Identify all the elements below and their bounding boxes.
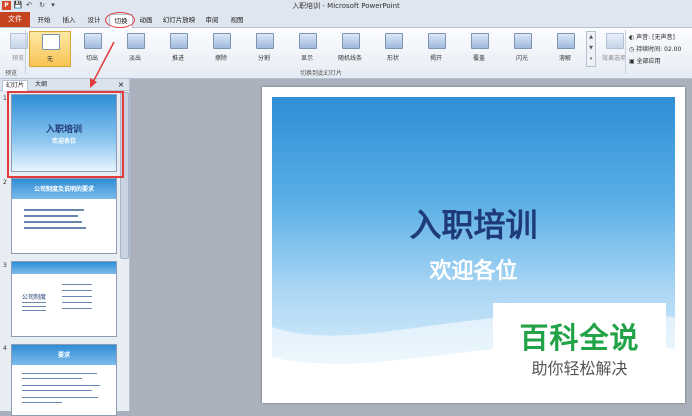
tab-design[interactable]: 设计 bbox=[84, 14, 104, 26]
tab-insert[interactable]: 插入 bbox=[59, 14, 79, 26]
text-line bbox=[22, 373, 97, 374]
title-bar: P 💾 ↶ ↻ ▾ 入职培训 - Microsoft PowerPoint bbox=[0, 0, 692, 12]
reveal-transition-icon bbox=[299, 33, 317, 49]
transition-dissolve[interactable]: 溶解 bbox=[548, 31, 582, 65]
preview-group-label: 预览 bbox=[5, 70, 18, 77]
tab-view[interactable]: 视图 bbox=[227, 14, 247, 26]
text-line bbox=[22, 306, 46, 307]
thumbnail-title: 公司制度及说明的要求 bbox=[33, 186, 94, 193]
watermark: 百科全说 助你轻松解决 bbox=[493, 303, 666, 383]
thumbnail-title: 要求 bbox=[57, 352, 70, 359]
cover-transition-icon bbox=[471, 33, 489, 49]
slide-subtitle[interactable]: 欢迎各位 bbox=[262, 253, 685, 285]
flash-transition-icon bbox=[514, 33, 532, 49]
slide-thumbnail-4[interactable]: 要求 bbox=[11, 344, 117, 416]
text-line bbox=[22, 397, 98, 398]
thumbnail-title: 公司制度 bbox=[22, 294, 47, 301]
effect-options-icon bbox=[606, 33, 624, 49]
text-line bbox=[22, 302, 46, 303]
watermark-title: 百科全说 bbox=[519, 321, 640, 355]
transition-fade[interactable]: 淡出 bbox=[118, 31, 152, 65]
group-divider bbox=[25, 30, 26, 74]
text-line bbox=[24, 221, 82, 223]
text-line bbox=[24, 227, 86, 229]
text-line bbox=[62, 290, 92, 291]
transition-random-bars[interactable]: 随机线条 bbox=[333, 31, 367, 65]
annotation-arrow bbox=[90, 41, 115, 88]
text-line bbox=[22, 402, 62, 403]
slide-number: 2 bbox=[3, 179, 7, 186]
transition-reveal[interactable]: 显示 bbox=[290, 31, 324, 65]
tab-review[interactable]: 审阅 bbox=[202, 14, 222, 26]
text-line bbox=[22, 390, 92, 391]
tab-outline[interactable]: 大纲 bbox=[32, 80, 50, 90]
none-transition-icon bbox=[42, 34, 60, 50]
tab-slides[interactable]: 幻灯片 bbox=[2, 80, 28, 91]
transition-flash[interactable]: 闪光 bbox=[505, 31, 539, 65]
text-line bbox=[24, 209, 84, 211]
watermark-subtitle: 助你轻松解决 bbox=[531, 359, 628, 378]
transition-split[interactable]: 分割 bbox=[247, 31, 281, 65]
text-line bbox=[22, 378, 82, 379]
transition-cover[interactable]: 覆盖 bbox=[462, 31, 496, 65]
uncover-transition-icon bbox=[428, 33, 446, 49]
transitions-group-label: 切换到此幻灯片 bbox=[300, 70, 343, 77]
text-line bbox=[62, 302, 92, 303]
tab-home[interactable]: 开始 bbox=[34, 14, 54, 26]
thumbnail-header bbox=[12, 262, 116, 274]
text-line bbox=[62, 308, 92, 309]
tab-file[interactable]: 文件 bbox=[0, 12, 30, 27]
text-line bbox=[24, 215, 78, 217]
transition-wipe[interactable]: 擦除 bbox=[204, 31, 238, 65]
group-divider bbox=[625, 30, 626, 74]
sound-row[interactable]: ◐ 声音: [无声音] bbox=[629, 32, 675, 41]
slide-thumbnail-2[interactable]: 公司制度及说明的要求 bbox=[11, 178, 117, 254]
slide-number: 4 bbox=[3, 345, 7, 352]
transition-shape[interactable]: 形状 bbox=[376, 31, 410, 65]
slide-thumbnail-3[interactable]: 公司制度 bbox=[11, 261, 117, 337]
apply-all-button[interactable]: ▣ 全部应用 bbox=[629, 56, 661, 65]
random-bars-transition-icon bbox=[342, 33, 360, 49]
split-transition-icon bbox=[256, 33, 274, 49]
dissolve-transition-icon bbox=[557, 33, 575, 49]
text-line bbox=[62, 284, 92, 285]
window-title: 入职培训 - Microsoft PowerPoint bbox=[292, 2, 400, 10]
ribbon-tabs: 文件 开始 插入 设计 切换 动画 幻灯片放映 审阅 视图 bbox=[0, 12, 692, 28]
text-line bbox=[62, 296, 92, 297]
annotation-highlight-box bbox=[7, 91, 124, 178]
duration-row[interactable]: ◷ 持续时间: 02.00 bbox=[629, 44, 681, 53]
push-transition-icon bbox=[170, 33, 188, 49]
shape-transition-icon bbox=[385, 33, 403, 49]
transition-none[interactable]: 无 bbox=[29, 31, 71, 67]
annotation-circle bbox=[105, 12, 135, 28]
tab-slide-show[interactable]: 幻灯片放映 bbox=[161, 14, 197, 26]
wipe-transition-icon bbox=[213, 33, 231, 49]
text-line bbox=[22, 310, 46, 311]
slide-number: 3 bbox=[3, 262, 7, 269]
fade-transition-icon bbox=[127, 33, 145, 49]
transition-uncover[interactable]: 揭开 bbox=[419, 31, 453, 65]
transition-push[interactable]: 推进 bbox=[161, 31, 195, 65]
clock-icon: ◷ bbox=[629, 46, 635, 53]
apply-all-icon: ▣ bbox=[629, 58, 635, 65]
sound-icon: ◐ bbox=[629, 34, 635, 41]
text-line bbox=[22, 385, 100, 386]
slide-title[interactable]: 入职培训 bbox=[262, 200, 685, 246]
gallery-scroll-icon[interactable]: ▲ ▼ ▾ bbox=[586, 31, 596, 67]
tab-animations[interactable]: 动画 bbox=[136, 14, 156, 26]
